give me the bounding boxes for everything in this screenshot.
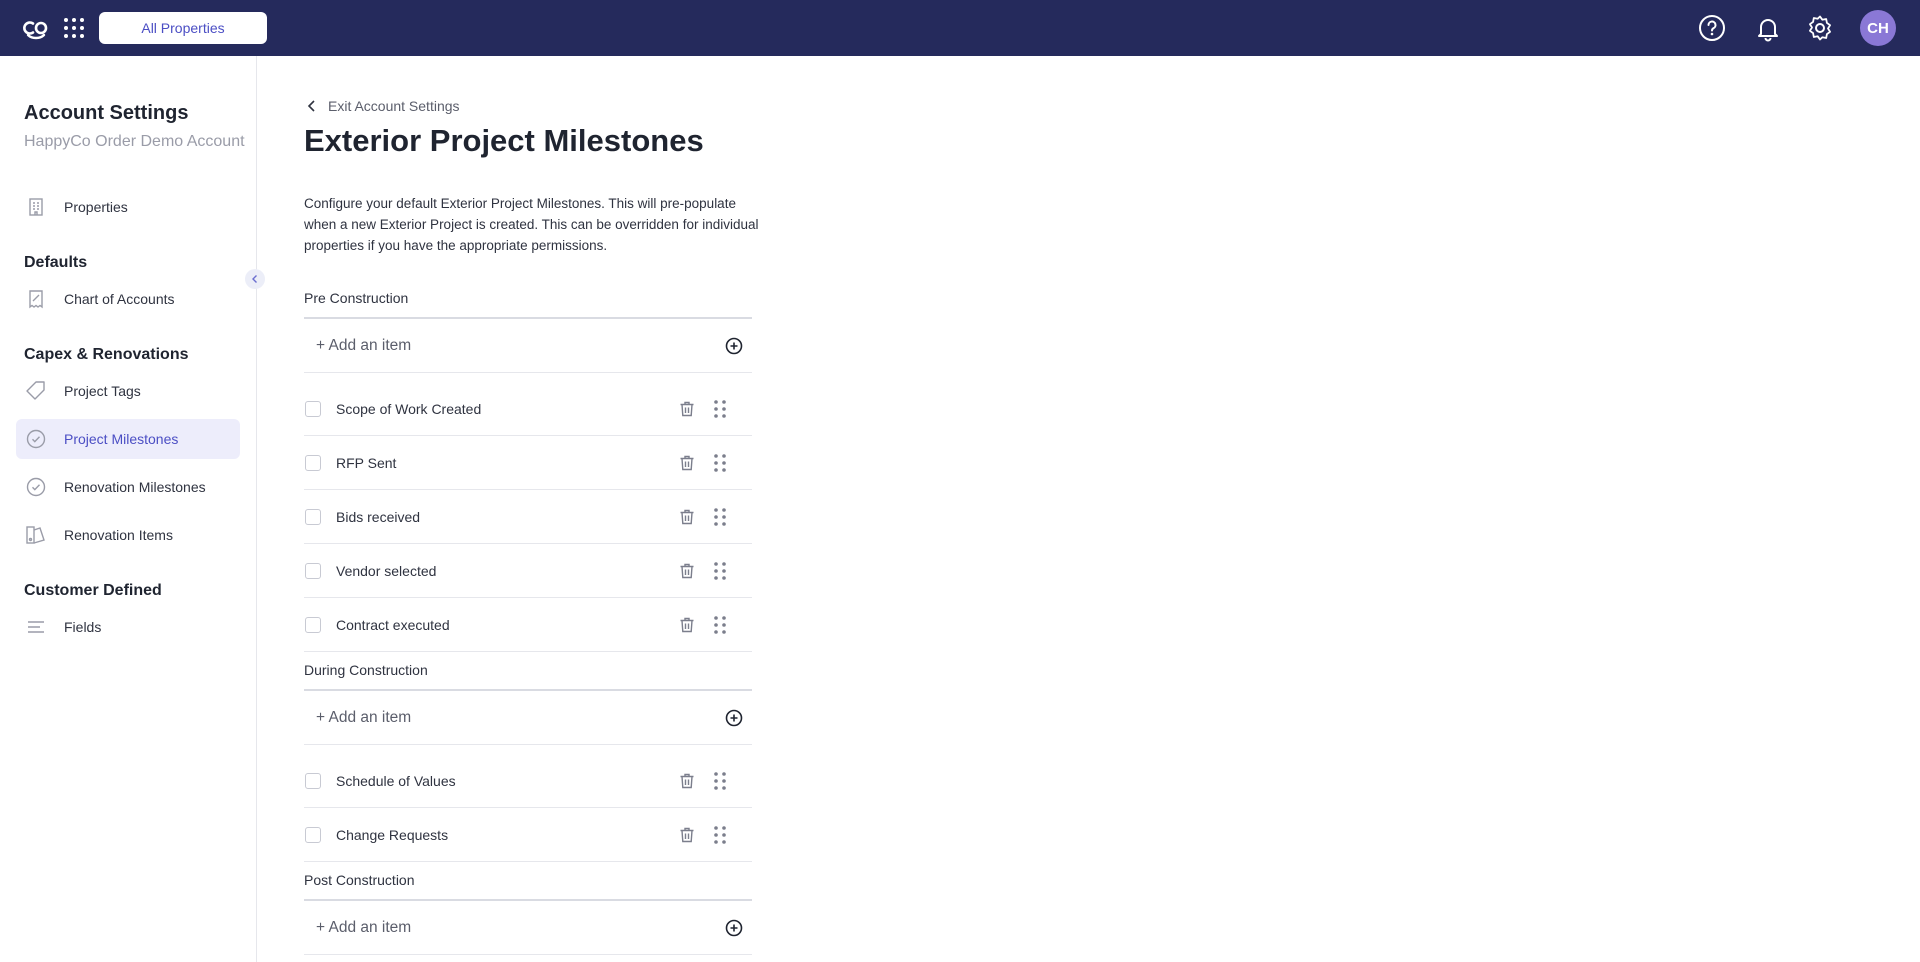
milestone-row: Schedule of Values <box>304 754 752 808</box>
trash-icon[interactable] <box>678 454 696 472</box>
milestone-checkbox[interactable] <box>305 454 321 471</box>
ledger-icon <box>24 287 48 311</box>
milestone-name: Vendor selected <box>336 562 437 579</box>
check-circle-icon <box>24 475 48 499</box>
group-label-post-construction: Post Construction <box>304 872 415 888</box>
add-item-input[interactable]: + Add an item <box>316 919 411 937</box>
drag-handle-icon[interactable] <box>711 561 729 581</box>
sidebar-item-renovation-milestones[interactable]: Renovation Milestones <box>16 467 240 507</box>
trash-icon[interactable] <box>678 616 696 634</box>
user-avatar[interactable]: CH <box>1860 10 1896 46</box>
milestone-row: RFP Sent <box>304 436 752 490</box>
app-grid-icon[interactable] <box>62 16 86 40</box>
account-name: HappyCo Order Demo Account <box>24 133 245 150</box>
milestone-row: Scope of Work Created <box>304 382 752 436</box>
section-title-customer-defined: Customer Defined <box>24 582 162 599</box>
milestone-checkbox[interactable] <box>305 562 321 579</box>
check-circle-icon <box>24 427 48 451</box>
collapse-sidebar-button[interactable] <box>245 269 265 289</box>
fields-icon <box>24 615 48 639</box>
paint-icon <box>24 523 48 547</box>
add-item-row: + Add an item <box>304 319 752 373</box>
sidebar-item-label: Properties <box>64 199 128 215</box>
sidebar-item-label: Renovation Items <box>64 527 173 543</box>
milestone-name: Schedule of Values <box>336 772 456 789</box>
back-label: Exit Account Settings <box>328 98 460 114</box>
all-properties-button[interactable]: All Properties <box>99 12 267 44</box>
milestone-name: RFP Sent <box>336 454 397 471</box>
milestone-checkbox[interactable] <box>305 508 321 525</box>
exit-account-settings-link[interactable]: Exit Account Settings <box>304 98 460 114</box>
trash-icon[interactable] <box>678 826 696 844</box>
tag-icon <box>24 379 48 403</box>
milestone-checkbox[interactable] <box>305 616 321 633</box>
milestone-checkbox[interactable] <box>305 772 321 789</box>
add-item-input[interactable]: + Add an item <box>316 709 411 727</box>
add-circle-icon[interactable] <box>724 918 744 938</box>
group-label-pre-construction: Pre Construction <box>304 290 409 306</box>
sidebar-item-label: Renovation Milestones <box>64 479 206 495</box>
sidebar-item-chart-of-accounts[interactable]: Chart of Accounts <box>16 279 240 319</box>
add-item-row: + Add an item <box>304 901 752 955</box>
milestone-row: Contract executed <box>304 598 752 652</box>
sidebar-item-project-milestones[interactable]: Project Milestones <box>16 419 240 459</box>
sidebar-item-label: Project Tags <box>64 383 141 399</box>
drag-handle-icon[interactable] <box>711 399 729 419</box>
drag-handle-icon[interactable] <box>711 615 729 635</box>
milestone-name: Scope of Work Created <box>336 400 482 417</box>
drag-handle-icon[interactable] <box>711 507 729 527</box>
trash-icon[interactable] <box>678 400 696 418</box>
help-icon[interactable] <box>1698 14 1726 42</box>
sidebar-title: Account Settings <box>24 102 189 124</box>
page-title: Exterior Project Milestones <box>304 123 704 158</box>
section-title-defaults: Defaults <box>24 254 88 271</box>
trash-icon[interactable] <box>678 772 696 790</box>
notification-bell-icon[interactable] <box>1754 14 1782 42</box>
drag-handle-icon[interactable] <box>711 825 729 845</box>
milestone-row: Vendor selected <box>304 544 752 598</box>
section-title-capex: Capex & Renovations <box>24 346 189 363</box>
sidebar-item-label: Fields <box>64 619 102 635</box>
drag-handle-icon[interactable] <box>711 771 729 791</box>
milestone-checkbox[interactable] <box>305 826 321 843</box>
building-icon <box>24 195 48 219</box>
milestone-name: Contract executed <box>336 616 450 633</box>
group-label-during-construction: During Construction <box>304 662 428 678</box>
add-item-input[interactable]: + Add an item <box>316 337 411 355</box>
trash-icon[interactable] <box>678 562 696 580</box>
add-circle-icon[interactable] <box>724 708 744 728</box>
chevron-left-icon <box>307 100 315 112</box>
sidebar-item-label: Project Milestones <box>64 431 179 447</box>
milestone-name: Bids received <box>336 508 421 525</box>
sidebar: Account Settings HappyCo Order Demo Acco… <box>0 56 265 962</box>
sidebar-item-properties[interactable]: Properties <box>16 187 240 227</box>
happyco-logo-icon[interactable] <box>22 14 50 42</box>
page-description: Configure your default Exterior Project … <box>304 196 759 253</box>
sidebar-item-renovation-items[interactable]: Renovation Items <box>16 515 240 555</box>
milestone-checkbox[interactable] <box>305 400 321 417</box>
sidebar-item-fields[interactable]: Fields <box>16 607 240 647</box>
drag-handle-icon[interactable] <box>711 453 729 473</box>
milestone-name: Change Requests <box>336 826 449 843</box>
sidebar-item-project-tags[interactable]: Project Tags <box>16 371 240 411</box>
milestone-row: Change Requests <box>304 808 752 862</box>
settings-gear-icon[interactable] <box>1806 14 1834 42</box>
add-item-row: + Add an item <box>304 691 752 745</box>
trash-icon[interactable] <box>678 508 696 526</box>
top-bar: All Properties CH <box>0 0 1920 56</box>
chevron-left-icon <box>252 275 257 283</box>
add-circle-icon[interactable] <box>724 336 744 356</box>
milestone-row: Bids received <box>304 490 752 544</box>
sidebar-item-label: Chart of Accounts <box>64 291 175 307</box>
